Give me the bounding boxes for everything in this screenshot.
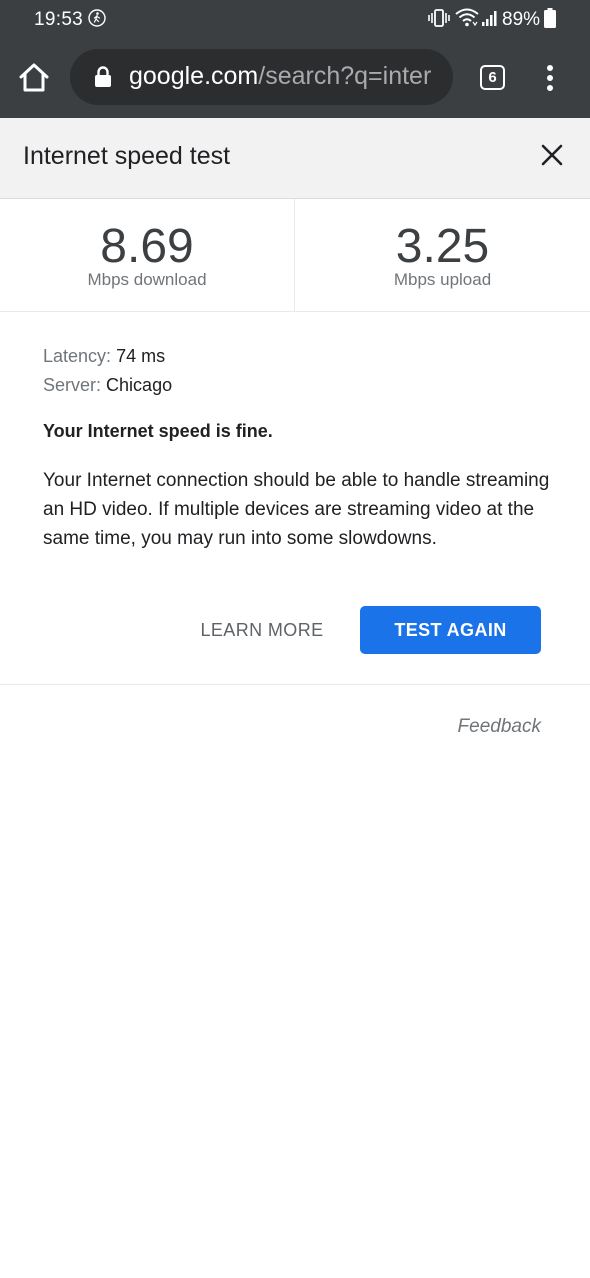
test-again-button[interactable]: TEST AGAIN bbox=[360, 606, 541, 654]
upload-result: 3.25 Mbps upload bbox=[295, 199, 590, 311]
url-domain: google.com bbox=[129, 62, 259, 90]
lock-icon bbox=[95, 66, 111, 87]
address-bar[interactable]: google.com/search?q=inter bbox=[70, 49, 453, 105]
server-value: Chicago bbox=[106, 375, 173, 395]
status-time: 19:53 bbox=[34, 9, 84, 30]
tab-switcher-button[interactable]: 6 bbox=[480, 65, 505, 90]
speed-results: 8.69 Mbps download 3.25 Mbps upload bbox=[0, 199, 590, 312]
server-label: Server: bbox=[43, 375, 102, 395]
latency-label: Latency: bbox=[43, 346, 112, 366]
upload-unit: Mbps upload bbox=[393, 270, 492, 289]
page-title: Internet speed test bbox=[23, 142, 231, 170]
panel-header: Internet speed test bbox=[0, 118, 590, 199]
battery-icon bbox=[544, 8, 556, 28]
download-unit: Mbps download bbox=[87, 270, 207, 289]
feedback-link[interactable]: Feedback bbox=[458, 716, 541, 738]
server-line: Server: Chicago bbox=[43, 371, 553, 400]
url-text[interactable]: google.com/search?q=inter bbox=[129, 62, 431, 91]
speed-verdict: Your Internet speed is fine. bbox=[43, 421, 273, 441]
divider bbox=[0, 684, 590, 685]
close-icon[interactable] bbox=[540, 143, 564, 167]
latency-value: 74 ms bbox=[116, 346, 166, 366]
status-bar: 19:53 89% bbox=[0, 0, 590, 38]
walk-icon bbox=[88, 9, 106, 27]
upload-value: 3.25 bbox=[395, 220, 490, 273]
test-details: Latency: 74 ms Server: Chicago bbox=[43, 342, 553, 400]
vibrate-icon bbox=[428, 9, 450, 27]
url-path: /search?q=inter bbox=[258, 62, 432, 90]
signal-icon bbox=[482, 11, 497, 26]
home-icon[interactable] bbox=[18, 62, 50, 94]
browser-toolbar: google.com/search?q=inter 6 bbox=[0, 38, 590, 118]
wifi-icon bbox=[455, 8, 479, 27]
download-result: 8.69 Mbps download bbox=[0, 199, 295, 311]
battery-percent: 89% bbox=[502, 9, 541, 30]
learn-more-button[interactable]: LEARN MORE bbox=[186, 607, 338, 653]
download-value: 8.69 bbox=[100, 220, 194, 273]
speed-description: Your Internet connection should be able … bbox=[43, 470, 550, 549]
menu-icon[interactable] bbox=[544, 64, 556, 92]
latency-line: Latency: 74 ms bbox=[43, 342, 553, 371]
